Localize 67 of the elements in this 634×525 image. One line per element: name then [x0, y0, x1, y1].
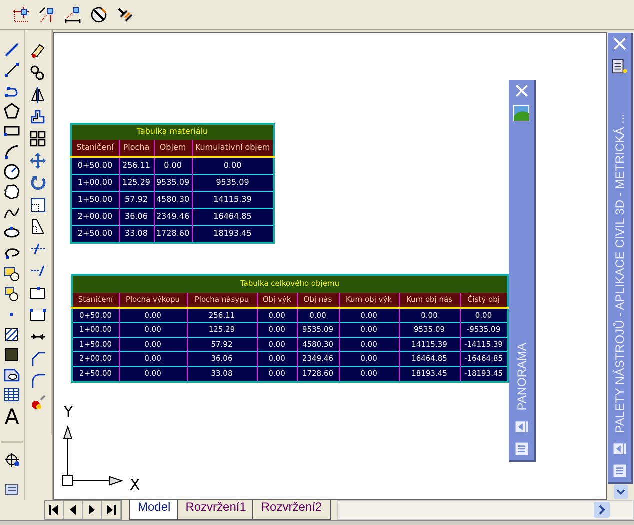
layout-tab[interactable]: Model: [129, 500, 180, 520]
table-cell: 18193.45: [192, 226, 274, 243]
ray-icon[interactable]: [3, 61, 21, 80]
layout-tab[interactable]: Rozvržení2: [252, 500, 332, 520]
table-cell: 14115.39: [192, 192, 274, 208]
table-cell: 4580.30: [154, 192, 192, 208]
mirror-icon[interactable]: [29, 86, 47, 104]
x-axis-label: X: [130, 476, 140, 494]
landscape-icon[interactable]: [513, 105, 530, 122]
palette-title: PANORAMA: [514, 343, 528, 411]
rotate-icon[interactable]: [29, 174, 47, 192]
arc-icon[interactable]: [3, 142, 21, 161]
text-tool[interactable]: A: [4, 406, 20, 428]
move-icon[interactable]: [29, 152, 47, 170]
auto-hide-icon[interactable]: [612, 441, 628, 458]
auto-hide-icon[interactable]: [514, 419, 530, 435]
break-icon[interactable]: [29, 284, 47, 302]
scroll-right-icon[interactable]: [593, 501, 611, 519]
table-cell: 33.08: [119, 226, 154, 243]
close-icon[interactable]: [514, 83, 530, 99]
drawing-canvas[interactable]: [53, 32, 607, 500]
column-header: Staničení: [71, 140, 119, 157]
table-cell: 1+00.00: [71, 174, 119, 192]
circle-icon[interactable]: [3, 163, 21, 182]
cloud-icon[interactable]: [3, 183, 21, 202]
table-cell: 2+50.00: [71, 226, 119, 243]
close-icon[interactable]: [612, 36, 628, 52]
table-cell: 125.29: [119, 174, 154, 192]
table-cell: 9535.09: [154, 174, 192, 192]
scale-icon[interactable]: [29, 196, 47, 214]
palette-menu-icon[interactable]: [612, 463, 628, 480]
array-icon[interactable]: [29, 130, 47, 148]
polygon-icon[interactable]: [3, 102, 21, 120]
line-icon[interactable]: [3, 41, 21, 60]
properties-icon[interactable]: [611, 58, 628, 75]
table-cell: 1728.60: [154, 226, 192, 243]
aligned-dimension-icon[interactable]: [38, 6, 56, 24]
column-header: Plocha: [119, 140, 154, 157]
table-cell: 2+00.00: [71, 208, 119, 226]
table-cell: 9535.09: [192, 174, 274, 192]
table-cell: 2349.46: [154, 208, 192, 226]
y-axis-label: Y: [64, 403, 74, 421]
copy-icon[interactable]: [29, 64, 47, 82]
offset-icon[interactable]: [29, 108, 47, 126]
hatch-icon[interactable]: [3, 326, 21, 344]
table-title: Tabulka materiálu: [71, 124, 274, 140]
locate-point-icon[interactable]: [3, 451, 21, 470]
palette-title: PALETY NÁSTROJŮ - APLIKACE CIVIL 3D - METRICKÁ ...: [612, 114, 626, 434]
dimension-icon[interactable]: [12, 6, 30, 24]
table-cell: 16464.85: [192, 208, 274, 226]
horizontal-scrollbar[interactable]: [337, 500, 634, 520]
table-icon[interactable]: [3, 386, 21, 404]
insert-block-icon[interactable]: [3, 264, 21, 283]
table-cell: 36.06: [119, 208, 154, 226]
gradient-icon[interactable]: [3, 346, 21, 364]
break-at-point-icon[interactable]: [29, 306, 47, 324]
scroll-down-icon[interactable]: [612, 484, 628, 500]
explode-icon[interactable]: [29, 394, 47, 412]
table-cell: 1+50.00: [71, 192, 119, 208]
no-snap-icon[interactable]: [90, 6, 108, 24]
column-header: Kumulativní objem: [192, 140, 274, 157]
eraser-icon[interactable]: [29, 42, 47, 60]
table-cell: 57.92: [119, 192, 154, 208]
column-header: Objem: [154, 140, 192, 157]
palette-menu-icon[interactable]: [514, 441, 530, 457]
make-block-icon[interactable]: [3, 284, 21, 303]
linear-dimension-icon[interactable]: [64, 6, 82, 24]
